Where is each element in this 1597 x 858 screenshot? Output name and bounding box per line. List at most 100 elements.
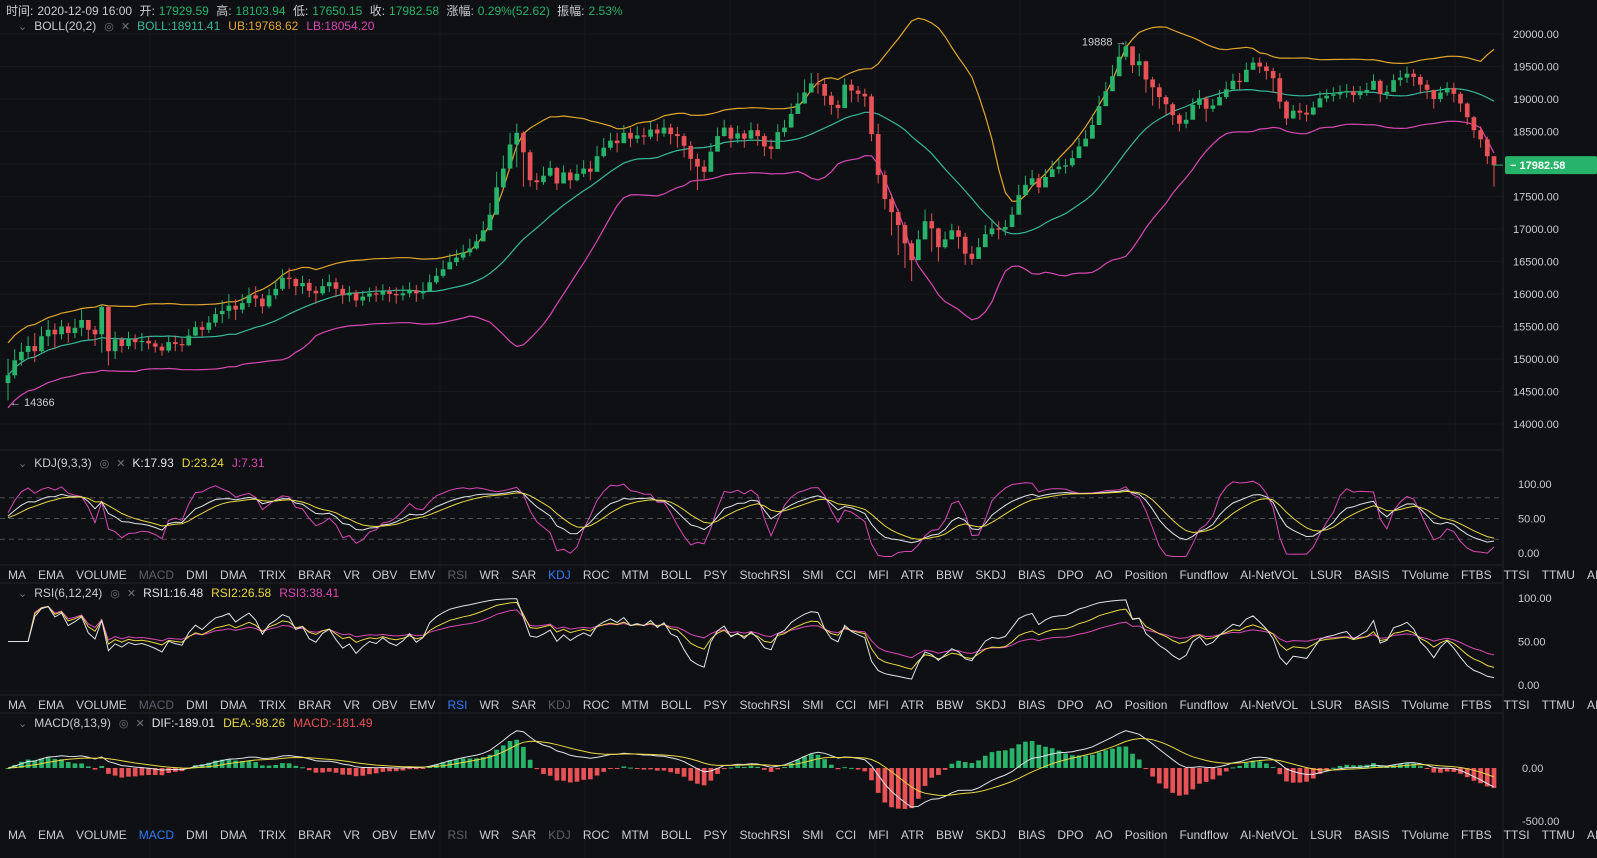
tab-lsur[interactable]: LSUR <box>1310 566 1342 584</box>
tab-ttmu[interactable]: TTMU <box>1542 696 1575 714</box>
tab-ao[interactable]: AO <box>1095 696 1112 714</box>
tab-boll[interactable]: BOLL <box>661 826 692 844</box>
tab-macd[interactable]: MACD <box>139 696 174 714</box>
tab-atr[interactable]: ATR <box>901 696 924 714</box>
collapse-chevron-icon[interactable]: ⌄ <box>18 20 27 33</box>
tab-basis[interactable]: BASIS <box>1354 826 1389 844</box>
tab-tvolume[interactable]: TVolume <box>1402 696 1449 714</box>
tab-roc[interactable]: ROC <box>583 566 610 584</box>
tab-ftbs[interactable]: FTBS <box>1461 696 1492 714</box>
tab-lsur[interactable]: LSUR <box>1310 696 1342 714</box>
tab-tvolume[interactable]: TVolume <box>1402 566 1449 584</box>
tab-mfi[interactable]: MFI <box>868 566 889 584</box>
settings-gear-icon[interactable]: ◎ <box>110 587 120 600</box>
tab-cci[interactable]: CCI <box>836 696 857 714</box>
tab-stochrsi[interactable]: StochRSI <box>740 826 791 844</box>
tab-rsi[interactable]: RSI <box>447 566 467 584</box>
tab-bbw[interactable]: BBW <box>936 566 963 584</box>
tab-emv[interactable]: EMV <box>409 696 435 714</box>
tab-rsi[interactable]: RSI <box>447 826 467 844</box>
close-icon[interactable]: ✕ <box>127 587 136 600</box>
tab-brar[interactable]: BRAR <box>298 566 331 584</box>
collapse-chevron-icon[interactable]: ⌄ <box>18 457 27 470</box>
tab-ao[interactable]: AO <box>1095 826 1112 844</box>
tab-skdj[interactable]: SKDJ <box>975 826 1006 844</box>
tab-fundflow[interactable]: Fundflow <box>1179 696 1228 714</box>
tab-dmi[interactable]: DMI <box>186 696 208 714</box>
tab-ai-bsi[interactable]: AI-BSI <box>1587 566 1597 584</box>
tab-kdj[interactable]: KDJ <box>548 826 571 844</box>
tab-ma[interactable]: MA <box>8 696 26 714</box>
collapse-chevron-icon[interactable]: ⌄ <box>18 587 27 600</box>
tab-tvolume[interactable]: TVolume <box>1402 826 1449 844</box>
tab-ttsi[interactable]: TTSI <box>1504 566 1530 584</box>
tab-stochrsi[interactable]: StochRSI <box>740 696 791 714</box>
tab-obv[interactable]: OBV <box>372 566 397 584</box>
tab-ai-netvol[interactable]: AI-NetVOL <box>1240 826 1298 844</box>
tab-roc[interactable]: ROC <box>583 696 610 714</box>
tab-volume[interactable]: VOLUME <box>76 696 127 714</box>
tab-mtm[interactable]: MTM <box>621 826 648 844</box>
collapse-chevron-icon[interactable]: ⌄ <box>18 717 27 730</box>
tab-ma[interactable]: MA <box>8 826 26 844</box>
tab-atr[interactable]: ATR <box>901 826 924 844</box>
tab-mfi[interactable]: MFI <box>868 826 889 844</box>
tab-ttmu[interactable]: TTMU <box>1542 826 1575 844</box>
tab-position[interactable]: Position <box>1125 566 1168 584</box>
tab-skdj[interactable]: SKDJ <box>975 566 1006 584</box>
tab-volume[interactable]: VOLUME <box>76 566 127 584</box>
tab-skdj[interactable]: SKDJ <box>975 696 1006 714</box>
tab-ftbs[interactable]: FTBS <box>1461 566 1492 584</box>
tab-wr[interactable]: WR <box>479 566 499 584</box>
tab-bias[interactable]: BIAS <box>1018 696 1045 714</box>
close-icon[interactable]: ✕ <box>136 717 145 730</box>
tab-volume[interactable]: VOLUME <box>76 826 127 844</box>
tab-ema[interactable]: EMA <box>38 696 64 714</box>
tab-position[interactable]: Position <box>1125 696 1168 714</box>
tab-brar[interactable]: BRAR <box>298 826 331 844</box>
tab-obv[interactable]: OBV <box>372 826 397 844</box>
tab-ttsi[interactable]: TTSI <box>1504 696 1530 714</box>
tab-bbw[interactable]: BBW <box>936 826 963 844</box>
tab-macd[interactable]: MACD <box>139 826 174 844</box>
tab-position[interactable]: Position <box>1125 826 1168 844</box>
tab-cci[interactable]: CCI <box>836 566 857 584</box>
tab-fundflow[interactable]: Fundflow <box>1179 566 1228 584</box>
tab-bbw[interactable]: BBW <box>936 696 963 714</box>
tab-brar[interactable]: BRAR <box>298 696 331 714</box>
tab-boll[interactable]: BOLL <box>661 566 692 584</box>
tab-bias[interactable]: BIAS <box>1018 826 1045 844</box>
tab-ai-netvol[interactable]: AI-NetVOL <box>1240 566 1298 584</box>
tab-rsi[interactable]: RSI <box>447 696 467 714</box>
tab-ai-bsi[interactable]: AI-BSI <box>1587 826 1597 844</box>
tab-psy[interactable]: PSY <box>704 696 728 714</box>
tab-psy[interactable]: PSY <box>704 566 728 584</box>
tab-roc[interactable]: ROC <box>583 826 610 844</box>
tab-ttmu[interactable]: TTMU <box>1542 566 1575 584</box>
tab-vr[interactable]: VR <box>343 566 360 584</box>
tab-mfi[interactable]: MFI <box>868 696 889 714</box>
tab-dpo[interactable]: DPO <box>1057 826 1083 844</box>
close-icon[interactable]: ✕ <box>116 457 125 470</box>
tab-ma[interactable]: MA <box>8 566 26 584</box>
tab-dpo[interactable]: DPO <box>1057 696 1083 714</box>
tab-smi[interactable]: SMI <box>802 826 823 844</box>
tab-dmi[interactable]: DMI <box>186 826 208 844</box>
tab-kdj[interactable]: KDJ <box>548 696 571 714</box>
tab-basis[interactable]: BASIS <box>1354 566 1389 584</box>
tab-sar[interactable]: SAR <box>511 566 536 584</box>
tab-trix[interactable]: TRIX <box>259 566 286 584</box>
tab-ai-bsi[interactable]: AI-BSI <box>1587 696 1597 714</box>
tab-ema[interactable]: EMA <box>38 566 64 584</box>
tab-bias[interactable]: BIAS <box>1018 566 1045 584</box>
tab-smi[interactable]: SMI <box>802 696 823 714</box>
tab-lsur[interactable]: LSUR <box>1310 826 1342 844</box>
tab-dma[interactable]: DMA <box>220 566 247 584</box>
tab-fundflow[interactable]: Fundflow <box>1179 826 1228 844</box>
tab-dma[interactable]: DMA <box>220 826 247 844</box>
tab-ttsi[interactable]: TTSI <box>1504 826 1530 844</box>
tab-vr[interactable]: VR <box>343 826 360 844</box>
tab-kdj[interactable]: KDJ <box>548 566 571 584</box>
tab-ao[interactable]: AO <box>1095 566 1112 584</box>
tab-sar[interactable]: SAR <box>511 696 536 714</box>
